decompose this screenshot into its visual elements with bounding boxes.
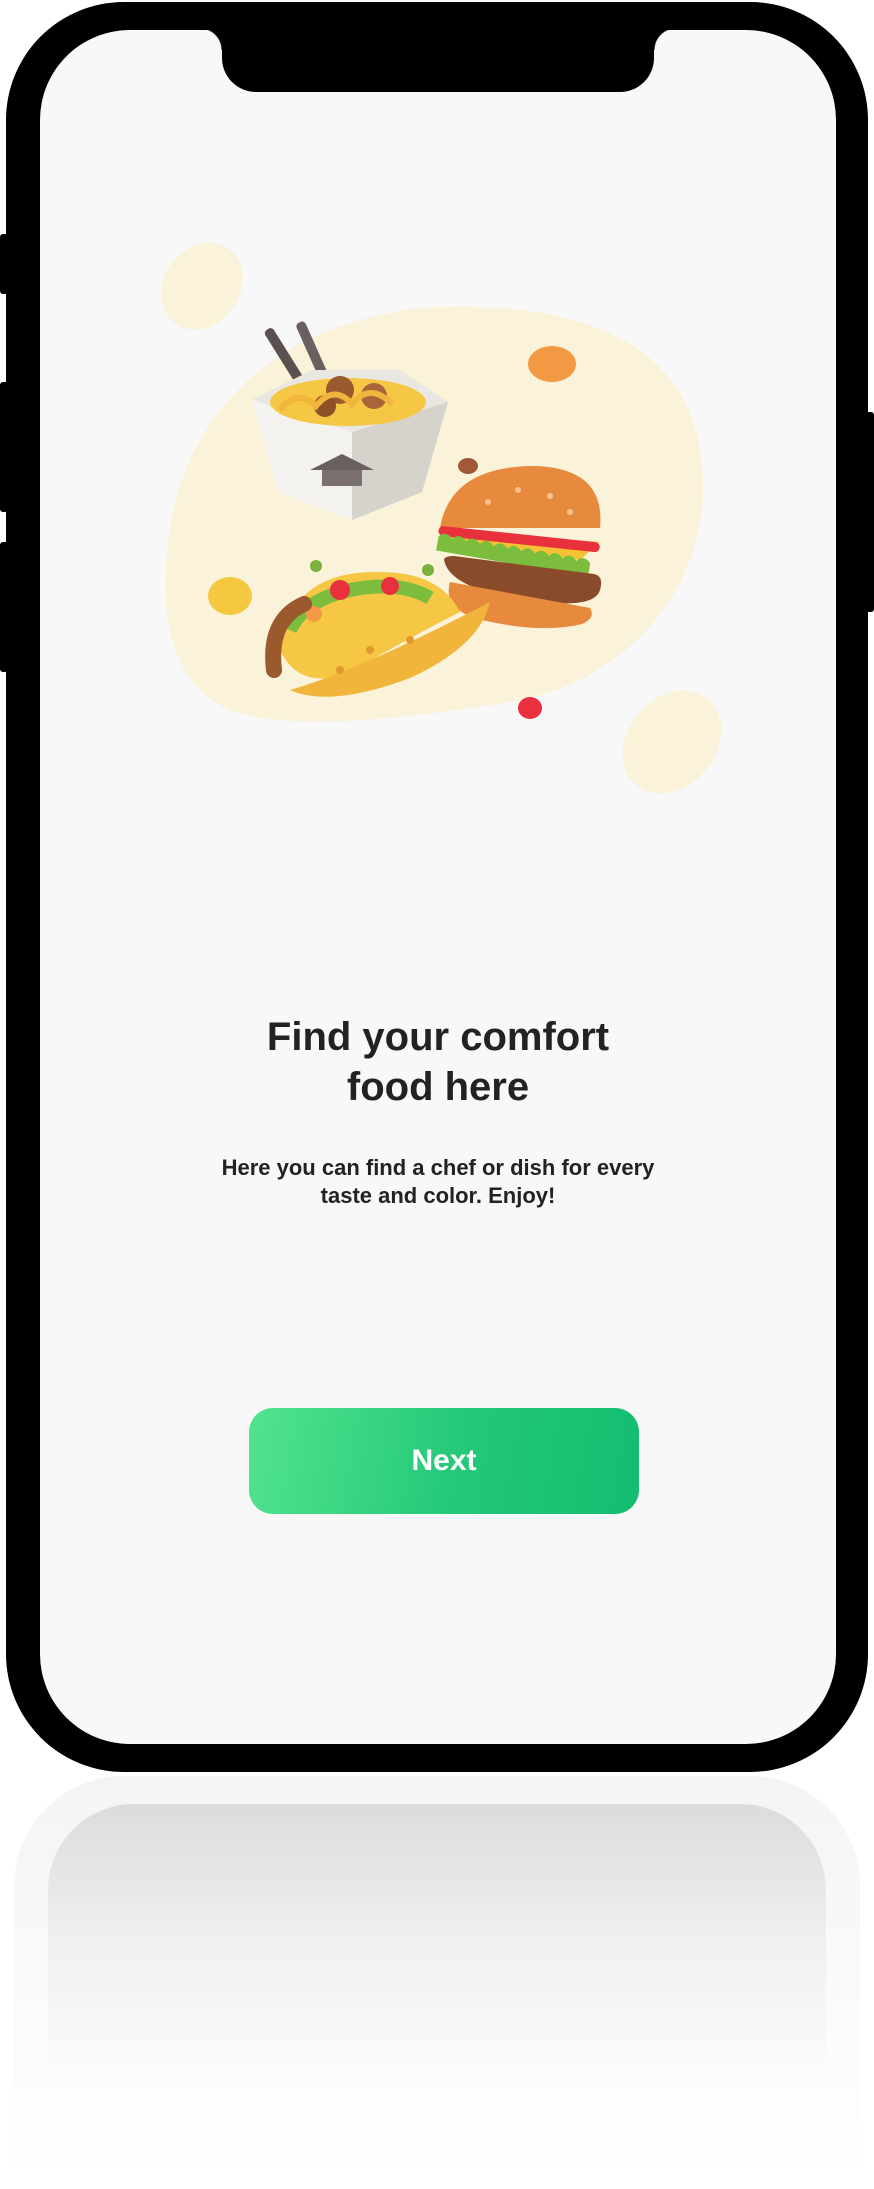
onboarding-subtitle: Here you can find a chef or dish for eve… [40,1154,836,1210]
app-screen: Find your comfort food here Here you can… [40,30,836,1744]
decor-dot [310,560,322,572]
decor-dot [518,697,542,719]
side-button [0,234,8,294]
side-button [0,542,8,672]
next-button-label: Next [411,1444,477,1477]
food-illustration [161,242,722,794]
device-mockup: Find your comfort food here Here you can… [0,0,874,2189]
decor-dot [458,458,478,474]
subtitle-line: taste and color. Enjoy! [320,1183,556,1208]
next-button[interactable]: Next [249,1408,639,1514]
decor-blob [161,242,243,330]
screen-reflection [48,1804,826,2189]
side-button [866,412,874,612]
subtitle-line: Here you can find a chef or dish for eve… [221,1155,655,1180]
decor-blob [622,690,722,794]
side-button [0,382,8,512]
title-line: Find your comfort [266,1015,610,1059]
onboarding-title: Find your comfort food here [40,1012,836,1112]
decor-dot [528,346,576,382]
phone-reflection [14,1776,860,2189]
decor-dot [208,577,252,615]
decor-dot [422,564,434,576]
title-line: food here [346,1065,530,1109]
phone-frame: Find your comfort food here Here you can… [0,2,874,1772]
